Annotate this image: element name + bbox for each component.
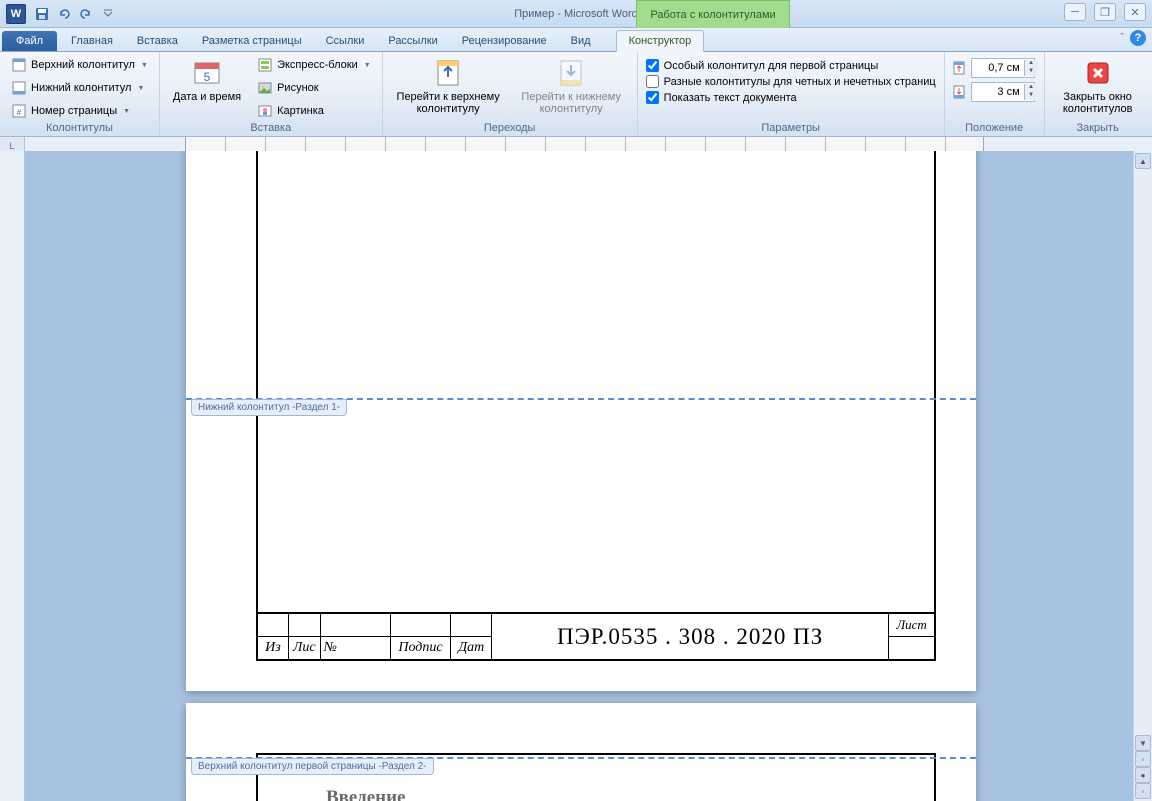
goto-header-button[interactable]: Перейти к верхнему колонтитулу — [389, 54, 508, 118]
group-header-footer: Верхний колонтитул▼ Нижний колонтитул▼ #… — [0, 52, 160, 136]
header-button[interactable]: Верхний колонтитул▼ — [6, 54, 153, 76]
date-time-button[interactable]: 5 Дата и время — [166, 54, 248, 106]
picture-label: Рисунок — [277, 82, 319, 94]
gost-col-list: Лис — [288, 637, 320, 661]
svg-text:#: # — [17, 108, 22, 117]
tab-view[interactable]: Вид — [559, 31, 603, 51]
show-doc-text-label: Показать текст документа — [664, 92, 797, 104]
prev-page-button[interactable]: ◦ — [1135, 751, 1151, 767]
group-close: Закрыть окно колонтитулов Закрыть — [1045, 52, 1151, 136]
svg-text:5: 5 — [204, 70, 211, 84]
tab-layout[interactable]: Разметка страницы — [190, 31, 314, 51]
group-nav-label: Переходы — [389, 122, 631, 136]
tab-home[interactable]: Главная — [59, 31, 125, 51]
group-insert-label: Вставка — [166, 122, 376, 136]
close-hf-label: Закрыть окно колонтитулов — [1058, 91, 1138, 115]
save-button[interactable] — [32, 4, 52, 24]
group-navigation: Перейти к верхнему колонтитулу Перейти к… — [383, 52, 638, 136]
page-number-button[interactable]: #Номер страницы▼ — [6, 100, 153, 122]
qat-customize-button[interactable] — [98, 4, 118, 24]
tab-design[interactable]: Конструктор — [616, 30, 705, 52]
tab-insert[interactable]: Вставка — [125, 31, 190, 51]
group-opts-label: Параметры — [644, 122, 938, 136]
document-canvas[interactable]: Нижний колонтитул -Раздел 1- ПЭР.0535 . … — [25, 151, 1133, 801]
tab-references[interactable]: Ссылки — [314, 31, 377, 51]
odd-even-diff-checkbox[interactable]: Разные колонтитулы для четных и нечетных… — [644, 74, 938, 89]
scroll-down-button[interactable]: ▼ — [1135, 735, 1151, 751]
scroll-up-button[interactable]: ▲ — [1135, 153, 1151, 169]
vertical-ruler[interactable] — [0, 151, 25, 801]
quick-parts-button[interactable]: Экспресс-блоки▼ — [252, 54, 376, 76]
redo-button[interactable] — [76, 4, 96, 24]
restore-button[interactable]: ❐ — [1094, 3, 1116, 21]
gost-col-sign: Подпис — [390, 637, 451, 661]
contextual-tab-title: Работа с колонтитулами — [636, 0, 790, 28]
footer-label: Нижний колонтитул — [31, 82, 131, 94]
picture-button[interactable]: Рисунок — [252, 77, 376, 99]
window-controls: ─ ❐ ✕ — [1064, 3, 1146, 21]
app-icon[interactable]: W — [6, 4, 26, 24]
undo-button[interactable] — [54, 4, 74, 24]
quick-parts-label: Экспресс-блоки — [277, 59, 358, 71]
ribbon-tabs: Файл Главная Вставка Разметка страницы С… — [0, 28, 1152, 52]
header-label: Верхний колонтитул — [31, 59, 135, 71]
group-hf-label: Колонтитулы — [6, 122, 153, 136]
group-pos-label: Положение — [951, 122, 1038, 136]
group-options: Особый колонтитул для первой страницы Ра… — [638, 52, 945, 136]
show-doc-text-checkbox[interactable]: Показать текст документа — [644, 90, 938, 105]
goto-footer-button: Перейти к нижнему колонтитулу — [512, 54, 631, 118]
browse-object-button[interactable]: ● — [1135, 767, 1151, 783]
page-2: Верхний колонтитул первой страницы -Разд… — [186, 703, 976, 801]
ribbon: Верхний колонтитул▼ Нижний колонтитул▼ #… — [0, 52, 1152, 137]
group-position: ▲▼ ▲▼ Положение — [945, 52, 1045, 136]
gost-stamp: ПЭР.0535 . 308 . 2020 ПЗ Лист Из Лис № П… — [256, 612, 936, 661]
help-button[interactable]: ? — [1130, 30, 1146, 46]
header-from-top-spinner[interactable]: ▲▼ — [951, 58, 1038, 78]
heading-vvedenie: Введение — [326, 783, 921, 801]
footer-from-bottom-spinner[interactable]: ▲▼ — [951, 82, 1038, 102]
gost-list-label: Лист — [889, 613, 935, 637]
goto-header-label: Перейти к верхнему колонтитулу — [396, 91, 501, 115]
close-hf-button[interactable]: Закрыть окно колонтитулов — [1051, 54, 1145, 118]
first-page-diff-checkbox[interactable]: Особый колонтитул для первой страницы — [644, 58, 938, 73]
app-letter: W — [11, 8, 21, 20]
minimize-ribbon-button[interactable]: ˆ — [1120, 32, 1124, 44]
gost-col-izm: Из — [257, 637, 288, 661]
tab-mailings[interactable]: Рассылки — [376, 31, 449, 51]
goto-footer-label: Перейти к нижнему колонтитулу — [519, 91, 624, 115]
close-button[interactable]: ✕ — [1124, 3, 1146, 21]
page-1: Нижний колонтитул -Раздел 1- ПЭР.0535 . … — [186, 151, 976, 691]
work-area: Нижний колонтитул -Раздел 1- ПЭР.0535 . … — [0, 151, 1152, 801]
gost-col-date: Дат — [451, 637, 492, 661]
gost-code: ПЭР.0535 . 308 . 2020 ПЗ — [557, 624, 823, 649]
body-text: Введение Отделочные работы представляют … — [276, 783, 921, 801]
date-time-label: Дата и время — [173, 91, 241, 103]
minimize-button[interactable]: ─ — [1064, 3, 1086, 21]
title-bar: W Пример - Microsoft Word Работа с колон… — [0, 0, 1152, 28]
window-title: Пример - Microsoft Word — [514, 8, 638, 20]
page-number-label: Номер страницы — [31, 105, 117, 117]
tab-review[interactable]: Рецензирование — [450, 31, 559, 51]
next-page-button[interactable]: ◦ — [1135, 783, 1151, 799]
vertical-scrollbar[interactable]: ▲ ▼ ◦ ● ◦ — [1133, 151, 1152, 801]
header-tag: Верхний колонтитул первой страницы -Разд… — [191, 758, 434, 775]
clipart-button[interactable]: Картинка — [252, 100, 376, 122]
footer-tag: Нижний колонтитул -Раздел 1- — [191, 399, 347, 416]
footer-button[interactable]: Нижний колонтитул▼ — [6, 77, 153, 99]
first-page-diff-label: Особый колонтитул для первой страницы — [664, 60, 879, 72]
group-insert: 5 Дата и время Экспресс-блоки▼ Рисунок К… — [160, 52, 383, 136]
clipart-label: Картинка — [277, 105, 324, 117]
tab-file[interactable]: Файл — [2, 31, 57, 51]
gost-col-no: № — [320, 637, 390, 661]
group-close-label: Закрыть — [1051, 122, 1145, 136]
odd-even-diff-label: Разные колонтитулы для четных и нечетных… — [664, 76, 936, 88]
quick-access-toolbar — [32, 4, 118, 24]
